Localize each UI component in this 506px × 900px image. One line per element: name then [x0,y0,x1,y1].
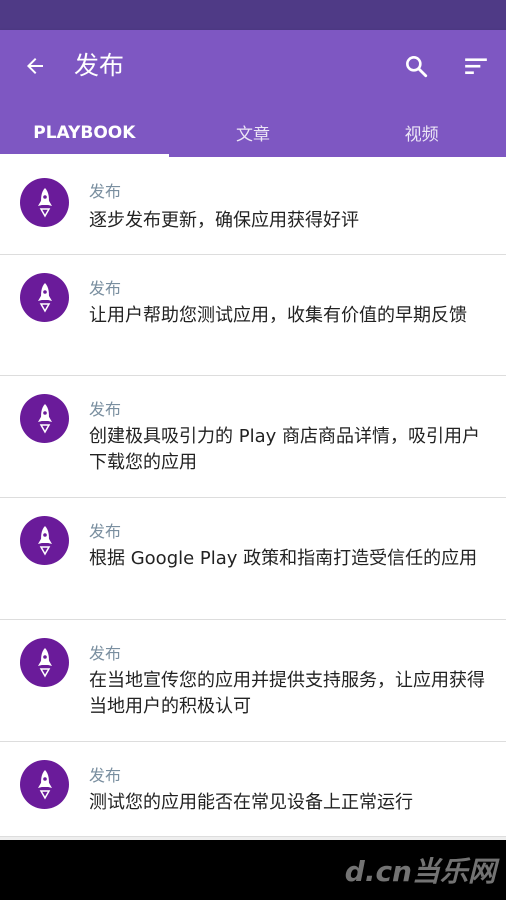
avatar [20,760,69,809]
rocket-icon [37,282,52,313]
avatar [20,394,69,443]
arrow-back-icon [27,58,43,74]
list-item[interactable]: 发布 测试您的应用能否在常见设备上正常运行 [0,742,506,837]
list-item[interactable]: 发布 让用户帮助您测试应用，收集有价值的早期反馈 [0,255,506,376]
status-bar [0,0,506,30]
rocket-icon [37,525,52,556]
item-title: 在当地宣传您的应用并提供支持服务，让应用获得当地用户的积极认可 [89,670,485,717]
filter-button[interactable] [456,46,496,86]
item-title: 根据 Google Play 政策和指南打造受信任的应用 [89,548,478,569]
item-category: 发布 [89,766,122,785]
filter-list-icon [465,58,487,75]
list-item[interactable]: 发布 创建极具吸引力的 Play 商店商品详情，吸引用户下载您的应用 [0,376,506,498]
item-title: 创建极具吸引力的 Play 商店商品详情，吸引用户下载您的应用 [89,426,480,473]
item-title: 逐步发布更新，确保应用获得好评 [89,210,359,231]
list-item[interactable]: 发布 在当地宣传您的应用并提供支持服务，让应用获得当地用户的积极认可 [0,620,506,742]
item-category: 发布 [89,522,122,541]
tab-videos[interactable]: 视频 [337,108,506,157]
item-title: 测试您的应用能否在常见设备上正常运行 [89,792,413,813]
item-category: 发布 [89,279,122,298]
item-category: 发布 [89,644,122,663]
tab-bar: PLAYBOOK 文章 视频 [0,108,506,157]
rocket-icon [37,769,52,800]
item-category: 发布 [89,400,122,419]
rocket-icon [37,403,52,434]
avatar [20,516,69,565]
tab-playbook[interactable]: PLAYBOOK [0,108,169,157]
tab-articles[interactable]: 文章 [169,108,338,157]
list-item[interactable]: 发布 根据 Google Play 政策和指南打造受信任的应用 [0,498,506,620]
back-button[interactable] [14,48,56,84]
rocket-icon [37,187,52,218]
avatar [20,638,69,687]
search-icon [406,56,428,78]
item-category: 发布 [89,182,122,201]
search-button[interactable] [396,46,436,86]
playbook-list: 发布 逐步发布更新，确保应用获得好评 发布 让用户帮助您测试应用，收集有价值的早… [0,157,506,840]
avatar [20,273,69,322]
item-title: 让用户帮助您测试应用，收集有价值的早期反馈 [89,305,467,326]
app-bar: 发布 PLAYBOOK 文章 视频 [0,30,506,157]
rocket-icon [37,647,52,678]
avatar [20,178,69,227]
watermark: d.cn当乐网 [344,855,496,888]
page-title: 发布 [74,51,125,80]
list-item[interactable]: 发布 逐步发布更新，确保应用获得好评 [0,157,506,255]
navigation-bar: d.cn当乐网 [0,840,506,900]
